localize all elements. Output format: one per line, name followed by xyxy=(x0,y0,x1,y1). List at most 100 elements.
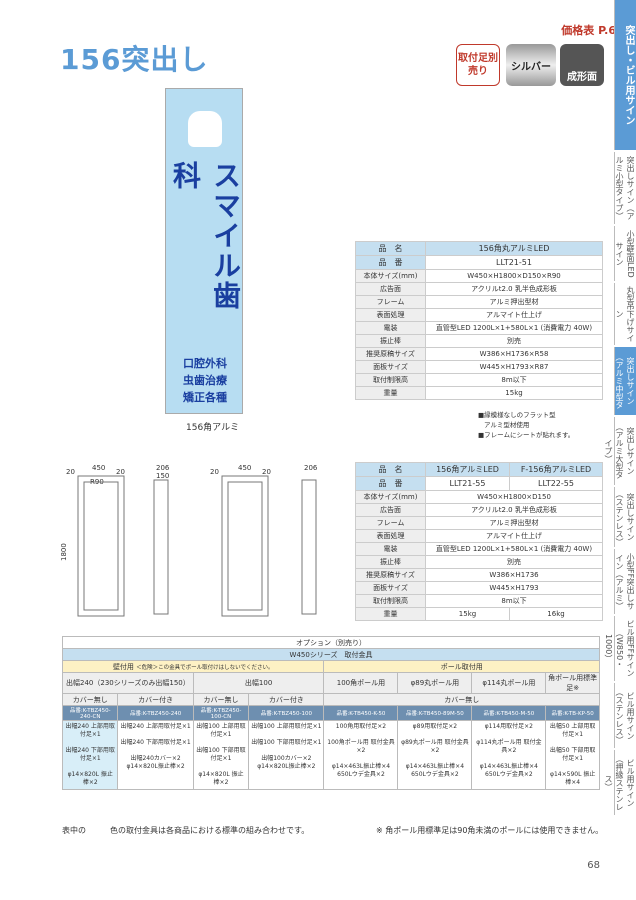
sub-2: 出幅100 xyxy=(192,672,325,694)
cell-line: φ14×463L振止棒×4 650Lウデ金具×2 xyxy=(331,763,391,778)
spec2-v: アルマイト仕上げ xyxy=(425,529,603,543)
part-no: 品番:K-TB450-K-50 xyxy=(323,705,399,721)
inner-drawing-2 xyxy=(227,481,263,611)
sidebar-active[interactable]: 突出し・ビル用サイン xyxy=(614,0,636,150)
sub-1: 出幅240（230シリーズのみ出幅150） xyxy=(62,672,194,694)
option-cell: 出幅100 上部用取付足×1 出幅100 下部用取付足×1 出幅100カバー×2 φ… xyxy=(248,720,325,790)
spec1-k: 取付制限高 xyxy=(355,373,426,387)
spec1-v: 直管型LED 1200L×1+580L×1 (消費電力 40W) xyxy=(425,321,603,335)
price-page-ref[interactable]: 価格表 P.6 xyxy=(561,22,616,38)
spec1-c-v: LLT21-51 xyxy=(425,255,603,270)
cell-line: 出幅240 下部用取付足×1 xyxy=(65,747,115,762)
spec1-v: 別売 xyxy=(425,334,603,348)
sub-3: 100角ポール用 xyxy=(323,672,399,694)
spec2-c-v1: LLT21-55 xyxy=(425,476,510,491)
spec1-v: W450×H1800×D150×R90 xyxy=(425,269,603,283)
sign-line-1: 口腔外科 xyxy=(183,357,227,370)
option-cell: φ89用取付足×2 φ89丸ポール用 取付金具×2 φ14×463L振止棒×4 65… xyxy=(397,720,473,790)
sub-5: φ114丸ポール用 xyxy=(471,672,547,694)
dim-left-side: 20 xyxy=(66,468,75,476)
wall-note: ＜危険＞この金具でポール取付けはしないでください。 xyxy=(136,664,274,671)
spec2-c-v2: LLT22-55 xyxy=(509,476,603,491)
sign-image: スマイル歯科 口腔外科 虫歯治療 矯正各種 xyxy=(165,88,243,414)
cell-line: 出幅240カバー×2 φ14×820L振止棒×2 xyxy=(126,755,185,770)
dim-width-2: 450 xyxy=(238,464,251,472)
spec2-k: フレーム xyxy=(355,516,426,530)
sidebar-item-1[interactable]: 突出しサイン（アルミ小型タイプ） xyxy=(614,152,636,224)
spec2-k: 重量 xyxy=(355,607,426,621)
spec1-c-k: 品 番 xyxy=(355,255,426,270)
cell-line: 出幅100 下部用取付足×1 xyxy=(251,739,322,746)
cell-line: φ89丸ポール用 取付金具×2 xyxy=(401,739,469,754)
page-title: 156突出し xyxy=(60,43,209,76)
notes: ■縁模様なしのフラット型 アルミ型材使用 ■フレームにシートが貼れます。 xyxy=(478,410,574,440)
spec1-k: 本体サイズ(mm) xyxy=(355,269,426,283)
part-no: 品番:K-TB450-89M-50 xyxy=(397,705,473,721)
cell-line: 出幅100 上部用取付足×1 xyxy=(251,723,322,730)
options-wall: 壁付用 ＜危険＞この金具でポール取付けはしないでください。 xyxy=(61,660,325,673)
dim-width: 450 xyxy=(92,464,105,472)
spec1-k: 振止棒 xyxy=(355,334,426,348)
dim-depth-2: 206 xyxy=(304,464,318,472)
dim-right-side: 20 xyxy=(116,468,125,476)
cell-line: φ114丸ポール用 取付金具×2 xyxy=(476,739,542,754)
sidebar-item-10[interactable]: ビル用サイン（押縁ステンレス） xyxy=(604,750,636,815)
spec2-k: 広告面 xyxy=(355,503,426,517)
spec1-h-k: 品 名 xyxy=(355,241,426,256)
spec2-k: 電装 xyxy=(355,542,426,556)
sidebar-item-6[interactable]: 突出しサイン（ステンレス） xyxy=(614,487,636,547)
options-table: オプション（別売り） W450シリーズ 取付金具 壁付用 ＜危険＞この金具でポー… xyxy=(61,636,600,790)
sidebar-item-9[interactable]: ビル用サイン（ステンレス） xyxy=(614,683,636,748)
frame-drawing-1 xyxy=(77,475,125,617)
spec1-v: 15kg xyxy=(425,386,603,400)
spec1-k: 電装 xyxy=(355,321,426,335)
sub-6: 角ポール用標準足※ xyxy=(545,672,600,694)
part-no: 品番:K-TBZ450-240 xyxy=(117,705,194,721)
sidebar-item-8[interactable]: ビル用FFサイン（W850・1000） xyxy=(604,616,636,681)
dim-depth: 206 xyxy=(156,464,170,472)
sidebar-item-7[interactable]: 小型FF突出しサイン（アルミ） xyxy=(614,549,636,614)
spec1-v: W386×H1736×R58 xyxy=(425,347,603,361)
spec-table-2: 品 名 156角アルミLED F-156角アルミLED 品 番 LLT21-55 LLT… xyxy=(355,462,603,621)
dim-right-side-2: 20 xyxy=(262,468,271,476)
spec2-k: 振止棒 xyxy=(355,555,426,569)
cell-line: 100角ポール用 取付金具×2 xyxy=(327,739,395,754)
cell-line: φ114用取付足×2 xyxy=(484,723,533,730)
spec2-v: 16kg xyxy=(509,607,603,621)
badge-leg-separate: 取付足別売り xyxy=(456,44,500,86)
cell-line: φ14×463L振止棒×4 650Lウデ金具×2 xyxy=(405,763,465,778)
spec1-v: アクリルt2.0 乳半色成形板 xyxy=(425,282,603,296)
spec1-k: 重量 xyxy=(355,386,426,400)
badge-molded: 成形面 xyxy=(560,44,604,86)
sign-main-text: スマイル歯科 xyxy=(169,161,242,311)
sidebar-item-2[interactable]: 小型壁面LEDサイン xyxy=(614,226,636,281)
page-number: 68 xyxy=(587,860,600,871)
cell-line: 出幅240 下部用取付足×1 xyxy=(120,739,191,746)
cell-line: φ14×590L 振止棒×4 xyxy=(550,771,596,786)
cell-line: 出幅100 下部用取付足×1 xyxy=(196,747,246,762)
spec1-v: 8m以下 xyxy=(425,373,603,387)
spec1-k: 面板サイズ xyxy=(355,360,426,374)
dimension-drawings: 20 450 20 R90 1800 206 150 20 450 20 206 xyxy=(60,464,318,617)
spec2-v: 15kg xyxy=(425,607,510,621)
spec1-h-v: 156角丸アルミLED xyxy=(425,241,603,256)
spec2-v: W386×H1736 xyxy=(425,568,603,582)
spec2-v: アルミ押出型材 xyxy=(425,516,603,530)
spec1-k: 推奨原稿サイズ xyxy=(355,347,426,361)
options-pole: ポール取付用 xyxy=(323,660,600,673)
sign-line-3: 矯正各種 xyxy=(183,391,227,404)
sidebar-item-4[interactable]: 突出しサイン（アルミ中型タイプ） xyxy=(604,347,636,415)
sidebar-item-5[interactable]: 突出しサイン（アルミ大型タイプ） xyxy=(604,417,636,485)
option-cell: 出幅240 上部用取付足×1 出幅240 下部用取付足×1 出幅240カバー×2 φ… xyxy=(117,720,194,790)
spec2-v: 8m以下 xyxy=(425,594,603,608)
side-drawing-1 xyxy=(153,479,169,615)
spec2-h-k: 品 名 xyxy=(355,462,426,477)
spec1-v: アルミ押出型材 xyxy=(425,295,603,309)
side-drawing-2 xyxy=(301,479,317,615)
cell-line: 出幅240 上部用取付足×1 xyxy=(120,723,191,730)
cover-1: カバー無し xyxy=(61,693,119,706)
spec2-c-k: 品 番 xyxy=(355,476,426,491)
option-cell: 出幅240 上部用取付足×1 出幅240 下部用取付足×1 φ14×820L 振止棒… xyxy=(61,720,119,790)
part-no: 品番:K-TB450-M-50 xyxy=(471,705,547,721)
sidebar-item-3[interactable]: 丸型吊下げサイン xyxy=(614,283,636,345)
